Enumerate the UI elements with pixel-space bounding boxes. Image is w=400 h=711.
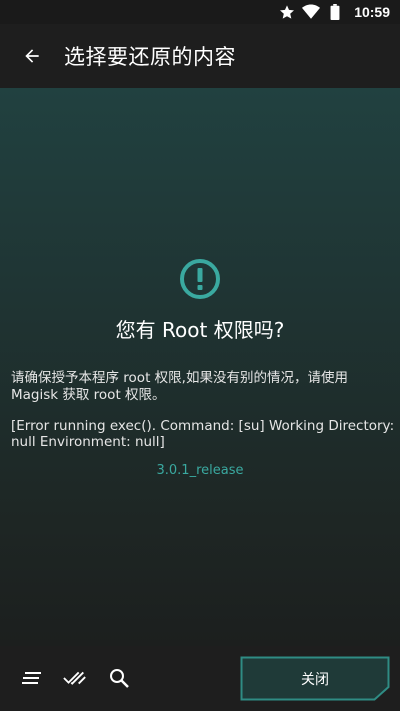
star-icon <box>278 3 296 21</box>
dialog-heading: 您有 Root 权限吗? <box>115 318 285 342</box>
back-button[interactable] <box>4 28 60 84</box>
double-check-icon <box>63 671 86 685</box>
bottom-bar: 关闭 <box>0 646 400 711</box>
arrow-back-icon <box>25 49 39 63</box>
battery-icon <box>326 3 344 21</box>
dialog-content: 您有 Root 权限吗? 请确保授予本程序 root 权限,如果没有别的情况，请… <box>0 88 400 646</box>
sort-lines-icon <box>22 672 41 684</box>
status-bar: 10:59 <box>0 0 400 24</box>
search-button[interactable] <box>107 666 131 690</box>
status-time: 10:59 <box>354 4 390 20</box>
error-text: [Error running exec(). Command: [su] Wor… <box>11 418 395 450</box>
select-all-button[interactable] <box>63 666 87 690</box>
wifi-icon <box>302 3 321 21</box>
dialog-message: 请确保授予本程序 root 权限,如果没有别的情况，请使用 Magisk 获取 … <box>11 370 348 403</box>
page-title: 选择要还原的内容 <box>64 45 236 69</box>
alert-circle-icon <box>180 259 220 299</box>
sort-button[interactable] <box>20 666 44 690</box>
close-button[interactable]: 关闭 <box>240 656 390 701</box>
app-bar: 选择要还原的内容 <box>0 24 400 88</box>
search-icon <box>110 669 129 688</box>
version-label: 3.0.1_release <box>156 463 244 478</box>
close-button-label: 关闭 <box>301 671 329 688</box>
